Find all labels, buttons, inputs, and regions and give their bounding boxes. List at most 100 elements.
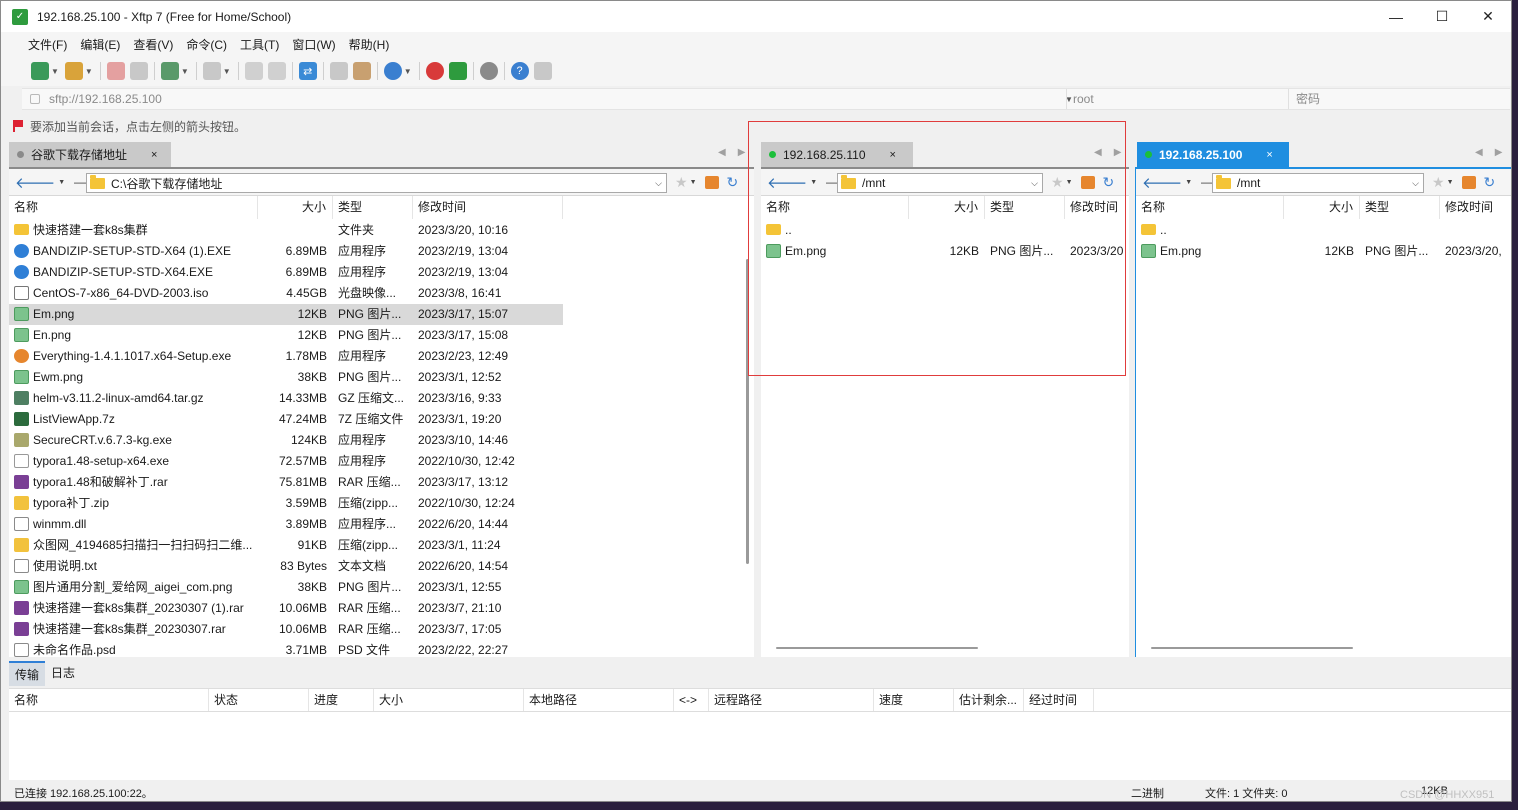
col-mtime[interactable]: 修改时间 [1440,196,1511,219]
file-row[interactable]: BANDIZIP-SETUP-STD-X64.EXE 6.89MB 应用程序 2023… [9,262,563,283]
home-icon[interactable] [1461,175,1476,189]
file-row[interactable]: 图片通用分割_爱给网_aigei_com.png 38KB PNG 图片... 202… [9,577,563,598]
back-arrow-icon[interactable]: 🡐 [767,173,807,192]
menu-tools[interactable]: 工具(T) [240,36,279,53]
chevron-left-icon[interactable]: ◀ [1475,147,1483,158]
col-mtime[interactable]: 修改时间 [413,196,563,219]
file-row[interactable]: helm-v3.11.2-linux-amd64.tar.gz 14.33MB GZ… [9,388,563,409]
paste-icon[interactable] [267,62,286,80]
file-row[interactable]: Em.png 12KB PNG 图片... 2023/3/20 [761,241,1129,262]
left-vertical-scrollbar[interactable] [746,259,749,564]
disconnect-icon[interactable] [129,62,148,80]
add-session-icon[interactable] [160,62,179,80]
chevron-down-icon[interactable]: ▼ [223,67,231,76]
chevron-down-icon[interactable]: ⌵ [1031,178,1038,189]
password-input[interactable]: 密码 [1288,89,1510,109]
col-xfer-direction[interactable]: <-> [674,689,709,711]
file-row[interactable]: winmm.dll 3.89MB 应用程序... 2022/6/20, 14:44 [9,514,563,535]
chevron-down-icon[interactable]: ⌵ [655,178,662,189]
tab-local[interactable]: 谷歌下载存储地址 × [9,142,171,167]
menu-window[interactable]: 窗口(W) [292,36,335,53]
col-type[interactable]: 类型 [1360,196,1440,219]
chevron-down-icon[interactable]: ▼ [1066,179,1073,186]
col-size[interactable]: 大小 [258,196,333,219]
compare-icon[interactable] [329,62,348,80]
xshell-icon[interactable] [425,62,444,80]
chevron-down-icon[interactable]: ▼ [810,179,817,186]
maximize-button[interactable]: ☐ [1419,1,1465,32]
refresh-icon[interactable]: ↻ [1484,174,1496,191]
col-xfer-status[interactable]: 状态 [209,689,309,711]
file-row[interactable]: Em.png 12KB PNG 图片... 2023/3/20, [1136,241,1511,262]
back-arrow-icon[interactable]: 🡐 [15,173,55,192]
right-path-input[interactable]: /mnt ⌵ [1212,173,1424,193]
tab-transfer[interactable]: 传输 [9,661,46,686]
file-row[interactable]: typora1.48-setup-x64.exe 72.57MB 应用程序 2022/… [9,451,563,472]
chevron-down-icon[interactable]: ▼ [51,67,59,76]
tab-remote-110[interactable]: 192.168.25.110 × [761,142,913,167]
chevron-down-icon[interactable]: ▼ [58,179,65,186]
file-row[interactable]: Everything-1.4.1.1017.x64-Setup.exe 1.78M… [9,346,563,367]
chevron-down-icon[interactable]: ▼ [85,67,93,76]
col-xfer-name[interactable]: 名称 [9,689,209,711]
menu-view[interactable]: 查看(V) [133,36,173,53]
menu-command[interactable]: 命令(C) [186,36,227,53]
flag-icon[interactable] [13,120,23,132]
col-xfer-size[interactable]: 大小 [374,689,524,711]
xftp-icon[interactable] [448,62,467,80]
col-name[interactable]: 名称 [761,196,909,219]
file-row[interactable]: 快速搭建一套k8s集群_20230307 (1).rar 10.06MB RAR 压… [9,598,563,619]
file-row[interactable]: 未命名作品.psd 3.71MB PSD 文件 2023/2/22, 22:27 [9,640,563,661]
chevron-down-icon[interactable]: ▼ [1185,179,1192,186]
file-row[interactable]: 快速搭建一套k8s集群 文件夹 2023/3/20, 10:16 [9,220,563,241]
file-row[interactable]: BANDIZIP-SETUP-STD-X64 (1).EXE 6.89MB 应用程序… [9,241,563,262]
file-row[interactable]: 众图网_4194685扫描扫一扫扫码扫二维... 91KB 压缩(zipp... 20… [9,535,563,556]
copy-icon[interactable] [244,62,263,80]
file-row[interactable]: SecureCRT.v.6.7.3-kg.exe 124KB 应用程序 2023/3/… [9,430,563,451]
sync-icon[interactable] [202,62,221,80]
close-button[interactable]: ✕ [1465,1,1511,32]
col-mtime[interactable]: 修改时间 [1065,196,1129,219]
chevron-left-icon[interactable]: ◀ [718,147,726,158]
left-path-input[interactable]: C:\谷歌下载存储地址 ⌵ [86,173,667,193]
file-row[interactable]: Em.png 12KB PNG 图片... 2023/3/17, 15:07 [9,304,563,325]
refresh-icon[interactable]: ↻ [1103,174,1115,191]
chevron-down-icon[interactable]: ⌵ [1412,178,1419,189]
chevron-right-icon[interactable]: ▶ [1114,147,1122,158]
chevron-down-icon[interactable]: ▼ [181,67,189,76]
chevron-right-icon[interactable]: ▶ [738,147,746,158]
globe-icon[interactable] [383,62,402,80]
col-size[interactable]: 大小 [909,196,985,219]
chat-icon[interactable] [533,62,552,80]
file-row[interactable]: CentOS-7-x86_64-DVD-2003.iso 4.45GB 光盘映像..… [9,283,563,304]
file-row[interactable]: 快速搭建一套k8s集群_20230307.rar 10.06MB RAR 压缩...… [9,619,563,640]
bookmark-star-icon[interactable]: ★ [1051,174,1064,191]
middle-path-input[interactable]: /mnt ⌵ [837,173,1043,193]
minimize-button[interactable]: — [1373,1,1419,32]
menu-file[interactable]: 文件(F) [28,36,67,53]
col-type[interactable]: 类型 [333,196,413,219]
col-type[interactable]: 类型 [985,196,1065,219]
file-row[interactable]: ListViewApp.7z 47.24MB 7Z 压缩文件 2023/3/1, 19… [9,409,563,430]
tab-remote-100[interactable]: 192.168.25.100 × [1137,142,1289,167]
col-xfer-local-path[interactable]: 本地路径 [524,689,674,711]
col-name[interactable]: 名称 [1136,196,1284,219]
open-folder-icon[interactable] [64,62,83,80]
transfer-icon[interactable]: ⇄ [298,62,317,80]
chevron-right-icon[interactable]: ▶ [1495,147,1503,158]
right-horizontal-scrollbar[interactable] [1151,647,1353,649]
menu-edit[interactable]: 编辑(E) [80,36,120,53]
home-icon[interactable] [704,175,719,189]
chevron-down-icon[interactable]: ▼ [404,67,412,76]
file-row[interactable]: .. [1136,220,1511,241]
help-icon[interactable]: ? [510,62,529,80]
back-arrow-icon[interactable]: 🡐 [1142,173,1182,192]
col-xfer-progress[interactable]: 进度 [309,689,374,711]
new-session-icon[interactable] [31,62,49,80]
file-row[interactable]: En.png 12KB PNG 图片... 2023/3/17, 15:08 [9,325,563,346]
chevron-down-icon[interactable]: ▼ [1447,179,1454,186]
col-xfer-remaining[interactable]: 估计剩余... [954,689,1024,711]
close-icon[interactable]: × [890,149,896,161]
col-xfer-remote-path[interactable]: 远程路径 [709,689,874,711]
file-row[interactable]: Ewm.png 38KB PNG 图片... 2023/3/1, 12:52 [9,367,563,388]
